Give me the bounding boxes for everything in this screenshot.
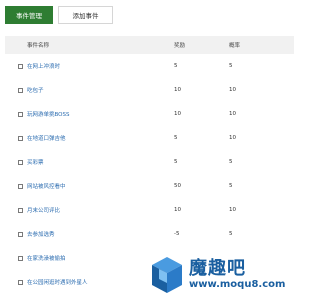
tab-bar: 事件管理 添加事件 bbox=[5, 6, 113, 24]
event-name-link[interactable]: 玩网游单挑BOSS bbox=[27, 112, 70, 118]
table-row: 吃包子 10 10 bbox=[5, 78, 294, 102]
event-name-link[interactable]: 月末公司评比 bbox=[27, 208, 60, 214]
event-reward: 10 bbox=[174, 87, 181, 93]
event-reward: -5 bbox=[174, 231, 180, 237]
event-probability: 5 bbox=[229, 231, 233, 237]
header-probability: 概率 bbox=[229, 43, 241, 49]
row-checkbox[interactable] bbox=[17, 87, 23, 93]
event-reward: 5 bbox=[174, 63, 178, 69]
event-name-link[interactable]: 在地道口弹吉他 bbox=[27, 136, 66, 142]
row-checkbox[interactable] bbox=[17, 135, 23, 141]
watermark-text: 魔趣吧 www.moqu8.com bbox=[189, 260, 285, 290]
row-checkbox[interactable] bbox=[17, 183, 23, 189]
watermark-url: www.moqu8.com bbox=[189, 279, 286, 290]
table-row: 在网上冲浪时 5 5 bbox=[5, 54, 294, 78]
event-probability: 10 bbox=[229, 135, 236, 141]
tab-event-management[interactable]: 事件管理 bbox=[5, 6, 53, 24]
event-name-link[interactable]: 在公园闲逛时遇到外星人 bbox=[27, 280, 88, 286]
row-checkbox[interactable] bbox=[17, 255, 23, 261]
table-row: 玩网游单挑BOSS 10 10 bbox=[5, 102, 294, 126]
event-name-link[interactable]: 去参加选秀 bbox=[27, 232, 55, 238]
table-row: 去参加选秀 -5 5 bbox=[5, 222, 294, 246]
event-reward: 5 bbox=[174, 159, 178, 165]
table-row: 月末公司评比 10 10 bbox=[5, 198, 294, 222]
tab-add-event[interactable]: 添加事件 bbox=[58, 6, 113, 24]
table-row: 买彩票 5 5 bbox=[5, 150, 294, 174]
event-probability: 5 bbox=[229, 183, 233, 189]
header-event-name: 事件名称 bbox=[27, 43, 50, 49]
row-checkbox[interactable] bbox=[17, 111, 23, 117]
event-reward: 10 bbox=[174, 111, 181, 117]
event-name-link[interactable]: 网站被风控看中 bbox=[27, 184, 66, 190]
row-checkbox[interactable] bbox=[17, 279, 23, 285]
event-probability: 5 bbox=[229, 159, 233, 165]
header-reward: 奖励 bbox=[174, 43, 186, 49]
event-reward: 50 bbox=[174, 183, 181, 189]
watermark: 魔趣吧 www.moqu8.com bbox=[150, 253, 290, 297]
event-probability: 5 bbox=[229, 63, 233, 69]
watermark-brand: 魔趣吧 bbox=[189, 258, 246, 279]
row-checkbox[interactable] bbox=[17, 231, 23, 237]
event-probability: 10 bbox=[229, 207, 236, 213]
event-probability: 10 bbox=[229, 87, 236, 93]
row-checkbox[interactable] bbox=[17, 63, 23, 69]
event-name-link[interactable]: 在网上冲浪时 bbox=[27, 64, 60, 70]
event-name-link[interactable]: 在家洗澡被偷拍 bbox=[27, 256, 66, 262]
watermark-logo-icon bbox=[150, 255, 184, 295]
row-checkbox[interactable] bbox=[17, 207, 23, 213]
event-probability: 10 bbox=[229, 111, 236, 117]
row-checkbox[interactable] bbox=[17, 159, 23, 165]
event-reward: 5 bbox=[174, 135, 178, 141]
table-row: 网站被风控看中 50 5 bbox=[5, 174, 294, 198]
event-name-link[interactable]: 吃包子 bbox=[27, 88, 44, 94]
table-header: 事件名称 奖励 概率 bbox=[5, 36, 294, 54]
event-reward: 10 bbox=[174, 207, 181, 213]
table-row: 在地道口弹吉他 5 10 bbox=[5, 126, 294, 150]
event-name-link[interactable]: 买彩票 bbox=[27, 160, 44, 166]
